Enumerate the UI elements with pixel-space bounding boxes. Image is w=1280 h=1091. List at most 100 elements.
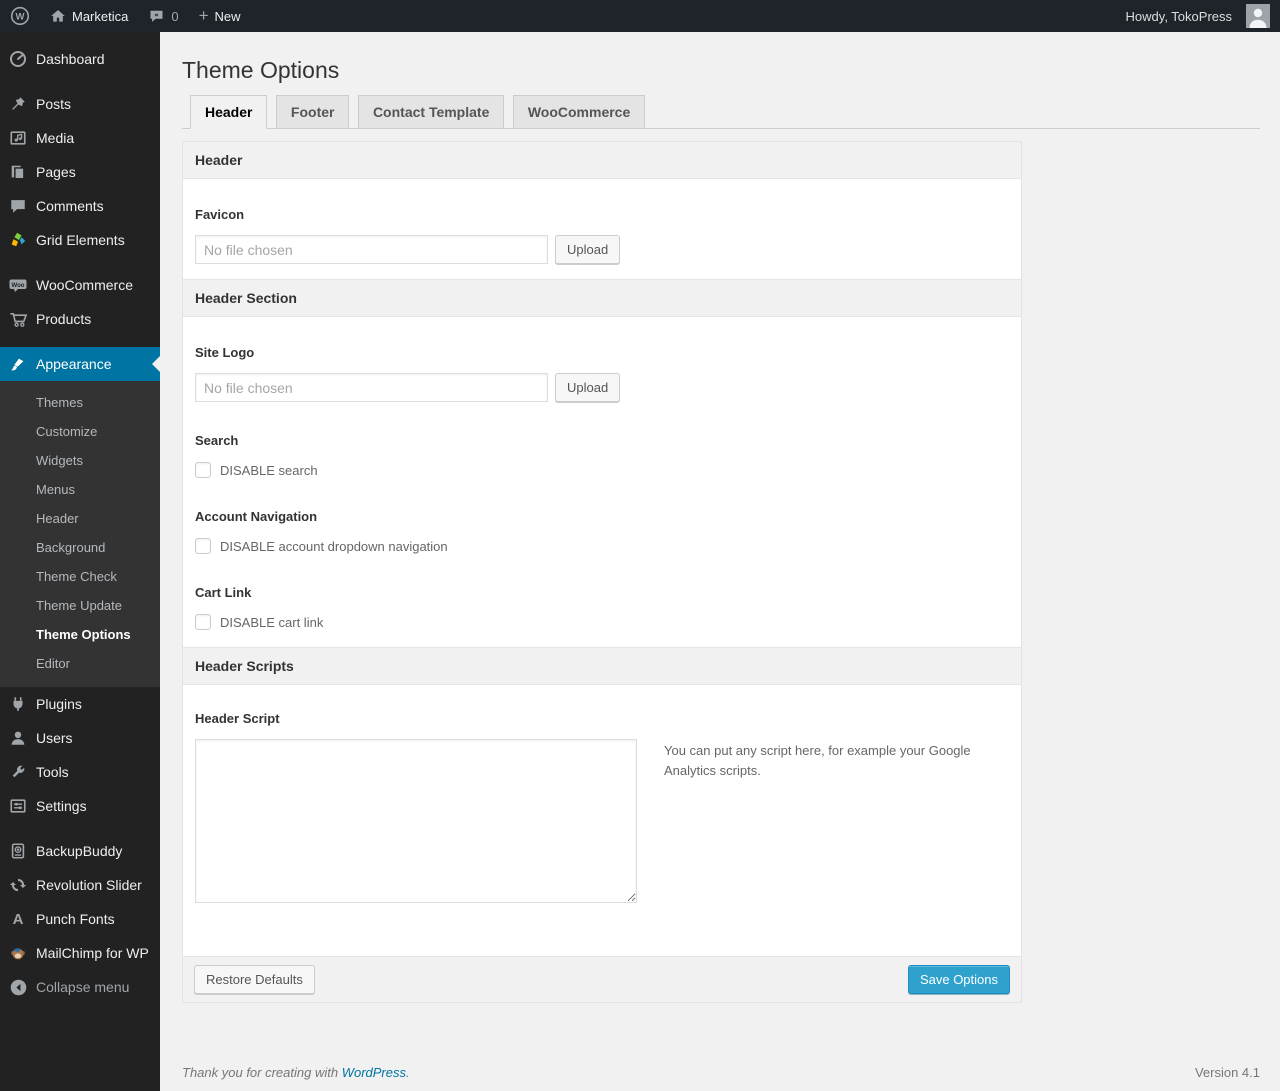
- section-header-header: Header: [183, 142, 1021, 179]
- svg-text:Woo: Woo: [12, 283, 25, 289]
- favicon-field: Favicon Upload: [183, 207, 1021, 279]
- comments-admin-bar-button[interactable]: 0: [138, 0, 188, 32]
- tab-contact-template[interactable]: Contact Template: [357, 95, 505, 129]
- account-menu[interactable]: Howdy, TokoPress: [1116, 0, 1280, 32]
- mailchimp-monkey-icon: [8, 943, 28, 963]
- disable-search-label: DISABLE search: [220, 462, 318, 478]
- site-logo-file-input[interactable]: [195, 373, 548, 402]
- favicon-upload-button[interactable]: Upload: [555, 235, 621, 264]
- tab-woocommerce[interactable]: WooCommerce: [512, 95, 646, 129]
- favicon-label: Favicon: [195, 207, 245, 222]
- submenu-item-theme-options[interactable]: Theme Options: [0, 620, 160, 649]
- header-script-textarea[interactable]: [195, 739, 637, 903]
- sidebar-item-plugins[interactable]: Plugins: [0, 687, 160, 721]
- footer-thanks: Thank you for creating with WordPress.: [182, 1065, 410, 1080]
- new-button[interactable]: + New: [189, 0, 251, 32]
- disable-account-nav-checkbox[interactable]: [195, 538, 211, 554]
- sidebar-item-media[interactable]: Media: [0, 121, 160, 155]
- section-header-header-scripts: Header Scripts: [183, 647, 1021, 685]
- disable-cart-link-checkbox[interactable]: [195, 614, 211, 630]
- sidebar-item-posts[interactable]: Posts: [0, 87, 160, 121]
- search-field: Search DISABLE search: [183, 433, 1021, 478]
- submenu-item-theme-check[interactable]: Theme Check: [0, 562, 160, 591]
- sidebar-item-pages[interactable]: Pages: [0, 155, 160, 189]
- collapse-arrow-icon: [8, 977, 28, 997]
- submenu-item-customize[interactable]: Customize: [0, 417, 160, 446]
- submenu-item-themes[interactable]: Themes: [0, 388, 160, 417]
- menu-separator: [0, 823, 160, 834]
- submenu-item-editor[interactable]: Editor: [0, 649, 160, 678]
- header-script-hint: You can put any script here, for example…: [664, 743, 971, 779]
- search-label: Search: [195, 433, 239, 448]
- panel-footer: Restore Defaults Save Options: [183, 956, 1021, 1002]
- sidebar-item-mailchimp[interactable]: MailChimp for WP: [0, 936, 160, 970]
- submenu-item-background[interactable]: Background: [0, 533, 160, 562]
- sidebar-item-grid-elements[interactable]: Grid Elements: [0, 223, 160, 257]
- site-logo-upload-button[interactable]: Upload: [555, 373, 621, 402]
- submenu-item-header[interactable]: Header: [0, 504, 160, 533]
- header-script-field: Header Script You can put any script her…: [183, 711, 1021, 903]
- woocommerce-icon: Woo: [8, 275, 28, 295]
- sidebar-item-settings[interactable]: Settings: [0, 789, 160, 823]
- submenu-item-menus[interactable]: Menus: [0, 475, 160, 504]
- tab-bar: Header Footer Contact Template WooCommer…: [182, 95, 1260, 129]
- settings-sliders-icon: [8, 796, 28, 816]
- sidebar-item-woocommerce[interactable]: Woo WooCommerce: [0, 268, 160, 302]
- disable-cart-link-label: DISABLE cart link: [220, 614, 324, 630]
- svg-text:W: W: [16, 12, 25, 23]
- submenu-item-widgets[interactable]: Widgets: [0, 446, 160, 475]
- sidebar-item-appearance[interactable]: Appearance: [0, 347, 160, 381]
- account-navigation-field: Account Navigation DISABLE account dropd…: [183, 509, 1021, 554]
- sidebar-item-users[interactable]: Users: [0, 721, 160, 755]
- version-text: Version 4.1: [1194, 1065, 1260, 1080]
- main-content: Theme Options Header Footer Contact Temp…: [160, 32, 1280, 1091]
- disable-search-checkbox[interactable]: [195, 462, 211, 478]
- plus-icon: +: [198, 5, 209, 25]
- section-header-header-section: Header Section: [183, 279, 1021, 317]
- grid-elements-icon: [8, 230, 28, 250]
- posts-icon: [8, 94, 28, 114]
- site-logo-label: Site Logo: [195, 345, 255, 360]
- disable-account-nav-label: DISABLE account dropdown navigation: [220, 538, 448, 554]
- avatar: [1246, 4, 1270, 28]
- cart-link-label: Cart Link: [195, 585, 252, 600]
- users-icon: [8, 728, 28, 748]
- sidebar-item-tools[interactable]: Tools: [0, 755, 160, 789]
- sidebar-item-dashboard[interactable]: Dashboard: [0, 42, 160, 76]
- wordpress-logo-button[interactable]: W: [0, 0, 40, 32]
- tab-footer[interactable]: Footer: [275, 95, 350, 129]
- revolution-slider-icon: [8, 875, 28, 895]
- site-logo-field: Site Logo Upload: [183, 345, 1021, 402]
- menu-separator: [0, 257, 160, 268]
- sidebar-item-products[interactable]: Products: [0, 302, 160, 336]
- site-name-button[interactable]: Marketica: [40, 0, 138, 32]
- collapse-menu-button[interactable]: Collapse menu: [0, 970, 160, 1004]
- theme-options-panel: Header Favicon Upload Header Section Sit…: [182, 141, 1022, 1003]
- account-navigation-label: Account Navigation: [195, 509, 318, 524]
- site-name: Marketica: [72, 8, 129, 24]
- restore-defaults-button[interactable]: Restore Defaults: [194, 965, 315, 994]
- tab-header[interactable]: Header: [190, 95, 268, 129]
- wordpress-link[interactable]: WordPress: [342, 1065, 406, 1080]
- new-label: New: [214, 8, 241, 24]
- comment-count: 0: [171, 8, 179, 24]
- pages-icon: [8, 162, 28, 182]
- howdy-text: Howdy, TokoPress: [1125, 8, 1232, 24]
- backupbuddy-icon: [8, 841, 28, 861]
- sidebar-item-comments[interactable]: Comments: [0, 189, 160, 223]
- dashboard-icon: [8, 49, 28, 69]
- save-options-button[interactable]: Save Options: [907, 965, 1010, 994]
- sidebar-item-revolution-slider[interactable]: Revolution Slider: [0, 868, 160, 902]
- sidebar-item-punch-fonts[interactable]: A Punch Fonts: [0, 902, 160, 936]
- comments-icon: [8, 196, 28, 216]
- sidebar-item-backupbuddy[interactable]: BackupBuddy: [0, 834, 160, 868]
- wordpress-logo-icon: W: [10, 6, 30, 26]
- header-script-label: Header Script: [195, 711, 280, 726]
- page-title: Theme Options: [182, 57, 340, 83]
- page-footer: Thank you for creating with WordPress. V…: [182, 1065, 1260, 1080]
- menu-separator: [0, 336, 160, 347]
- menu-separator: [0, 76, 160, 87]
- favicon-file-input[interactable]: [195, 235, 548, 264]
- submenu-item-theme-update[interactable]: Theme Update: [0, 591, 160, 620]
- appearance-submenu: Themes Customize Widgets Menus Header Ba…: [0, 381, 160, 687]
